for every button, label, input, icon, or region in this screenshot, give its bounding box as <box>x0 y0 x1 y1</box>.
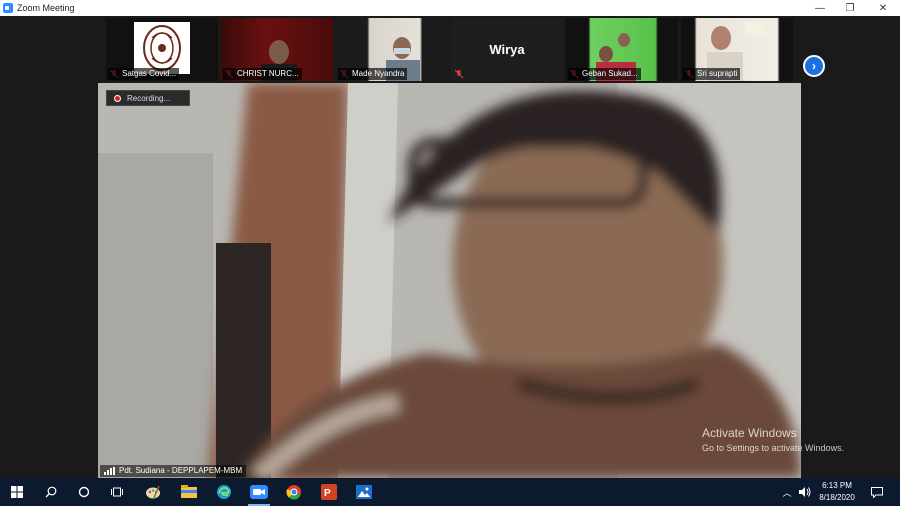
windows-logo-icon <box>11 486 23 498</box>
microphone-muted-icon <box>453 68 465 80</box>
taskbar-app-edge[interactable] <box>207 478 241 506</box>
chevron-right-icon: › <box>812 59 816 73</box>
participant-display-name: Wirya <box>489 42 525 57</box>
speaker-video-frame <box>98 83 801 478</box>
participant-tile[interactable]: Geban Sukad... <box>566 18 678 81</box>
paint-palette-icon <box>146 485 160 499</box>
participant-tile[interactable]: Wirya <box>451 18 563 81</box>
windows-taskbar: P ︿ 6:13 PM 8/18/2020 <box>0 478 900 506</box>
participant-name: Satgas Covid... <box>108 68 180 80</box>
search-button[interactable] <box>34 478 68 506</box>
restore-button[interactable]: ❐ <box>835 0 865 16</box>
speaker-volume-icon <box>799 487 811 497</box>
task-view-icon <box>111 487 123 497</box>
connection-signal-icon <box>104 467 115 475</box>
window-title: Zoom Meeting <box>17 3 75 13</box>
action-center-button[interactable] <box>862 478 892 506</box>
activate-windows-watermark: Activate Windows Go to Settings to activ… <box>702 426 844 453</box>
active-speaker-video <box>98 83 801 478</box>
taskbar-app-zoom[interactable] <box>242 478 276 506</box>
taskbar-app-paint[interactable] <box>136 478 170 506</box>
chevron-up-icon: ︿ <box>782 487 792 498</box>
system-clock[interactable]: 6:13 PM 8/18/2020 <box>812 480 862 504</box>
photos-icon <box>356 485 372 499</box>
active-speaker-name: Pdt. Sudiana - DEPPLAPEM-MBM <box>100 465 247 477</box>
record-icon <box>114 94 121 102</box>
search-icon <box>45 486 57 498</box>
participant-tile[interactable]: CHRIST NURC... <box>221 18 333 81</box>
cortana-circle-icon <box>78 486 90 498</box>
participant-name: Geban Sukad... <box>568 68 641 80</box>
zoom-camera-icon <box>250 485 268 499</box>
edge-browser-icon <box>217 485 231 499</box>
task-view-button[interactable] <box>100 478 134 506</box>
start-button[interactable] <box>0 478 34 506</box>
taskbar-app-file-explorer[interactable] <box>172 478 206 506</box>
chrome-browser-icon <box>286 485 301 500</box>
svg-text:P: P <box>324 488 331 499</box>
powerpoint-icon: P <box>321 484 337 500</box>
participant-name: Sri suprapti <box>683 68 741 80</box>
next-page-button[interactable]: › <box>803 55 825 77</box>
participant-tile[interactable]: Made Nyandra <box>336 18 448 81</box>
clock-time: 6:13 PM <box>822 481 852 490</box>
recording-label: Recording... <box>127 93 171 103</box>
watermark-title: Activate Windows <box>702 426 797 440</box>
notification-icon <box>871 486 883 498</box>
zoom-app-icon <box>3 3 13 13</box>
taskbar-app-chrome[interactable] <box>277 478 311 506</box>
cortana-button[interactable] <box>67 478 101 506</box>
minimize-button[interactable]: — <box>805 0 835 16</box>
speaker-name-text: Pdt. Sudiana - DEPPLAPEM-MBM <box>119 466 243 475</box>
participant-name: Made Nyandra <box>338 68 408 80</box>
watermark-subtitle: Go to Settings to activate Windows. <box>702 443 845 453</box>
taskbar-app-photos[interactable] <box>347 478 381 506</box>
recording-indicator[interactable]: Recording... <box>106 90 190 106</box>
participant-gallery-strip: Satgas Covid... CHRIST NURC... Made Nyan… <box>0 16 900 83</box>
participant-tile[interactable]: Sri suprapti <box>681 18 793 81</box>
title-bar: Zoom Meeting — ❐ ✕ <box>0 0 900 16</box>
taskbar-app-powerpoint[interactable]: P <box>312 478 346 506</box>
clock-date: 8/18/2020 <box>819 493 855 502</box>
participant-tile[interactable]: Satgas Covid... <box>106 18 218 81</box>
close-button[interactable]: ✕ <box>868 0 898 16</box>
folder-icon <box>181 485 197 498</box>
participant-name: CHRIST NURC... <box>223 68 302 80</box>
